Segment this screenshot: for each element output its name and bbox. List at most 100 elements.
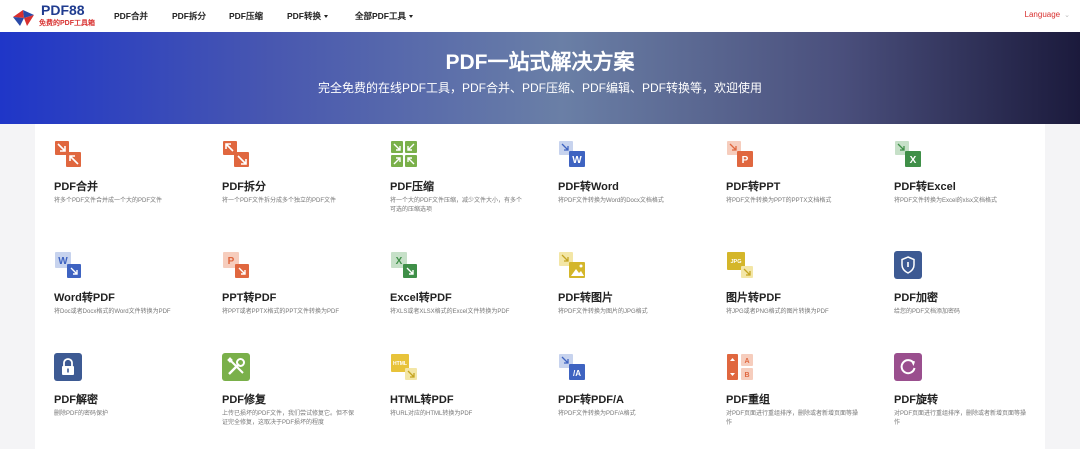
tool-card-image-to-pdf[interactable]: JPG 图片转PDF 将JPG或者PNG格式的图片转换为PDF <box>707 235 875 347</box>
tool-description: 上传已损坏的PDF文件，我们尝试修复它。但不保证完全修复，这取决于PDF损坏的程… <box>222 411 355 426</box>
tool-card-pdf-to-word[interactable]: W PDF转Word 将PDF文件转换为Word的Docx文档格式 <box>539 124 707 236</box>
nav-item-label: PDF压缩 <box>229 11 264 21</box>
tool-card-pdf-to-image[interactable]: PDF转图片 将PDF文件转换为图片的JPG格式 <box>539 235 707 347</box>
tool-title: PDF拆分 <box>222 181 266 193</box>
tool-title: PDF压缩 <box>390 181 434 193</box>
image-to-pdf-icon: JPG <box>727 252 753 278</box>
tool-title: PDF加密 <box>894 292 938 304</box>
svg-text:B: B <box>744 372 749 379</box>
lock-icon <box>54 353 82 381</box>
tool-card-word-to-pdf[interactable]: W Word转PDF 将Doc或者Docx格式的Word文件转换为PDF <box>35 235 203 347</box>
svg-text:JPG: JPG <box>730 259 741 265</box>
tool-title: Excel转PDF <box>390 292 452 304</box>
pdf-to-excel-icon: X <box>895 141 921 167</box>
tool-description: 将PDF文件转换为Excel的xlsx文档格式 <box>894 198 998 204</box>
tool-description: 将PPT或者PPTX格式的PPT文件转换为PDF <box>222 309 340 315</box>
brand-tagline: 免费的PDF工具箱 <box>39 20 95 27</box>
tool-description: 删除PDF的密码保护 <box>54 411 109 417</box>
logo-mark-icon <box>13 10 34 26</box>
tool-card-pdf-reorder[interactable]: A B PDF重组 对PDF页面进行重组排序，删除或者新增页面等操作 <box>707 337 875 449</box>
svg-text:P: P <box>742 155 749 166</box>
language-label: Language <box>1024 10 1061 19</box>
chevron-down-icon <box>324 15 329 19</box>
chevron-down-icon: ⌄ <box>1064 12 1070 19</box>
wrench-icon <box>222 353 250 381</box>
pdf-to-word-icon: W <box>559 141 585 167</box>
language-selector[interactable]: Language ⌄ <box>1025 10 1070 19</box>
nav-item-all-tools[interactable]: 全部PDF工具 <box>355 10 414 22</box>
nav-item-compress[interactable]: PDF压缩 <box>229 10 263 22</box>
nav-item-label: PDF转换 <box>287 11 322 21</box>
tool-card-ppt-to-pdf[interactable]: P PPT转PDF 将PPT或者PPTX格式的PPT文件转换为PDF <box>203 235 371 347</box>
nav-item-label: PDF拆分 <box>172 11 207 21</box>
tool-description: 将一个PDF文件拆分成多个独立的PDF文件 <box>222 198 337 204</box>
tool-title: PDF转Excel <box>894 181 956 193</box>
tool-description: 将Doc或者Docx格式的Word文件转换为PDF <box>54 309 171 315</box>
tool-title: PPT转PDF <box>222 292 277 304</box>
tool-card-pdf-repair[interactable]: PDF修复 上传已损坏的PDF文件，我们尝试修复它。但不保证完全修复，这取决于P… <box>203 337 371 449</box>
shield-icon <box>894 251 922 279</box>
nav-item-label: PDF合并 <box>114 11 149 21</box>
tool-description: 将一个大的PDF文件压缩，减少文件大小，有多个可选的压缩选项 <box>390 198 523 213</box>
tool-description: 给您的PDF文档添加密码 <box>894 309 961 315</box>
tool-description: 对PDF页面进行重组排序，删除或者新增页面等操作 <box>894 411 1027 426</box>
tool-title: PDF旋转 <box>894 394 938 406</box>
chevron-down-icon <box>409 15 414 19</box>
tool-card-pdf-decrypt[interactable]: PDF解密 删除PDF的密码保护 <box>35 337 203 449</box>
tool-card-pdf-merge[interactable]: PDF合并 将多个PDF文件合并成一个大的PDF文件 <box>35 124 203 236</box>
tool-description: 将URL对应的HTML转换为PDF <box>390 411 473 417</box>
site-logo[interactable]: PDF88 免费的PDF工具箱 <box>13 3 95 29</box>
rotate-icon <box>894 353 922 381</box>
tool-card-html-to-pdf[interactable]: HTML HTML转PDF 将URL对应的HTML转换为PDF <box>371 337 539 449</box>
tool-card-pdf-to-excel[interactable]: X PDF转Excel 将PDF文件转换为Excel的xlsx文档格式 <box>875 124 1043 236</box>
nav-item-split[interactable]: PDF拆分 <box>172 10 206 22</box>
hero-banner: PDF一站式解决方案 完全免费的在线PDF工具，PDF合并、PDF压缩、PDF编… <box>0 32 1080 124</box>
tool-title: 图片转PDF <box>726 292 781 304</box>
compress-icon <box>391 141 417 167</box>
tool-title: PDF合并 <box>54 181 98 193</box>
svg-text:X: X <box>910 155 917 166</box>
brand-name: PDF88 <box>41 2 85 18</box>
svg-text:P: P <box>228 256 235 267</box>
tool-card-pdf-encrypt[interactable]: PDF加密 给您的PDF文档添加密码 <box>875 235 1043 347</box>
svg-text:A: A <box>744 358 749 365</box>
split-icon <box>223 141 249 167</box>
tool-card-pdf-to-ppt[interactable]: P PDF转PPT 将PDF文件转换为PPT的PPTX文档格式 <box>707 124 875 236</box>
html-to-pdf-icon: HTML <box>391 354 417 380</box>
nav-item-label: 全部PDF工具 <box>355 11 407 21</box>
merge-icon <box>55 141 81 167</box>
pdf-to-ppt-icon: P <box>727 141 753 167</box>
tool-description: 将JPG或者PNG格式的图片转换为PDF <box>726 309 829 315</box>
hero-title: PDF一站式解决方案 <box>445 51 635 74</box>
svg-text:W: W <box>572 155 582 166</box>
tool-card-pdf-rotate[interactable]: PDF旋转 对PDF页面进行重组排序，删除或者新增页面等操作 <box>875 337 1043 449</box>
tool-title: PDF解密 <box>54 394 98 406</box>
tool-description: 对PDF页面进行重组排序，删除或者新增页面等操作 <box>726 411 859 426</box>
tool-description: 将PDF文件转换为图片的JPG格式 <box>558 309 648 315</box>
tool-title: PDF转图片 <box>558 292 613 304</box>
tool-description: 将PDF文件转换为PDF/A格式 <box>558 411 636 417</box>
tool-description: 将PDF文件转换为Word的Docx文档格式 <box>558 198 664 204</box>
reorder-icon: A B <box>727 354 753 380</box>
tool-description: 将PDF文件转换为PPT的PPTX文档格式 <box>726 198 832 204</box>
svg-text:HTML: HTML <box>393 361 407 367</box>
tool-card-pdf-split[interactable]: PDF拆分 将一个PDF文件拆分成多个独立的PDF文件 <box>203 124 371 236</box>
nav-item-convert[interactable]: PDF转换 <box>287 10 329 22</box>
tool-title: HTML转PDF <box>390 394 454 406</box>
tool-card-excel-to-pdf[interactable]: X Excel转PDF 将XLS或者XLSX格式的Excel文件转换为PDF <box>371 235 539 347</box>
ppt-to-pdf-icon: P <box>223 252 249 278</box>
tool-card-pdf-compress[interactable]: PDF压缩 将一个大的PDF文件压缩，减少文件大小，有多个可选的压缩选项 <box>371 124 539 236</box>
pdf-to-pdfa-icon: /A <box>559 354 585 380</box>
tool-title: PDF重组 <box>726 394 770 406</box>
excel-to-pdf-icon: X <box>391 252 417 278</box>
tool-title: PDF转Word <box>558 181 619 193</box>
tool-card-pdf-to-pdfa[interactable]: /A PDF转PDF/A 将PDF文件转换为PDF/A格式 <box>539 337 707 449</box>
tool-title: Word转PDF <box>54 292 115 304</box>
nav-item-merge[interactable]: PDF合并 <box>114 10 148 22</box>
hero-subtitle: 完全免费的在线PDF工具，PDF合并、PDF压缩、PDF编辑、PDF转换等，欢迎… <box>317 81 762 95</box>
tool-title: PDF转PDF/A <box>558 394 624 406</box>
svg-text:X: X <box>396 256 403 267</box>
svg-text:W: W <box>58 256 68 267</box>
tool-title: PDF修复 <box>222 394 266 406</box>
tool-description: 将多个PDF文件合并成一个大的PDF文件 <box>54 198 163 204</box>
